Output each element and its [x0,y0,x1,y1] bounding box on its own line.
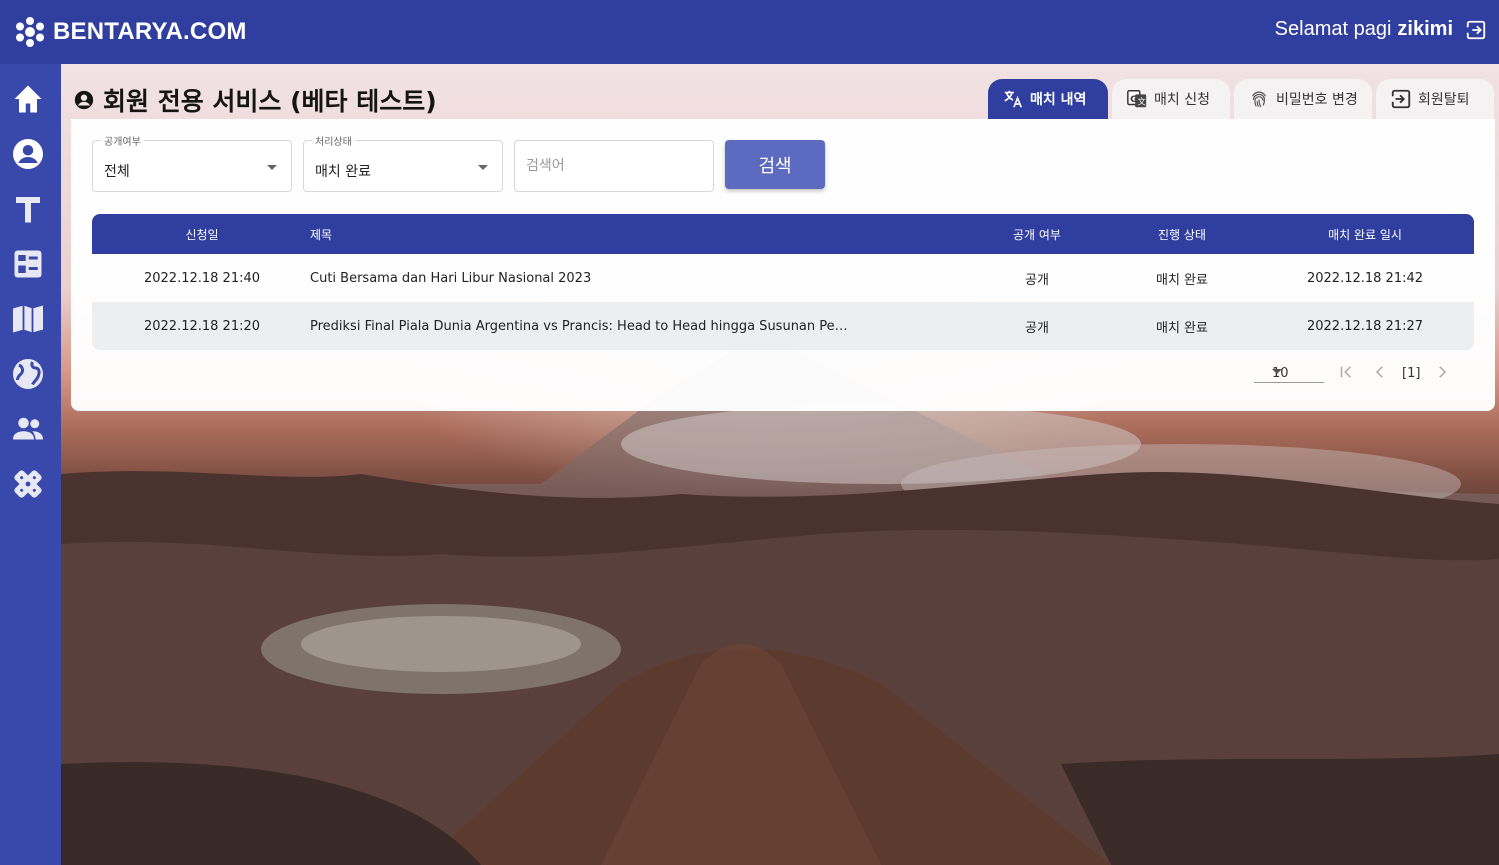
chevron-down-icon [478,165,488,170]
home-icon[interactable] [9,80,47,118]
previous-page-icon[interactable] [1371,363,1389,381]
column-header-visibility[interactable]: 공개 여부 [972,214,1102,254]
table-row[interactable]: 2022.12.18 21:20 Prediksi Final Piala Du… [92,302,1474,350]
table-header: 신청일 제목 공개 여부 진행 상태 매치 완료 일시 [92,214,1474,254]
book-icon[interactable] [9,300,47,338]
top-app-bar: BENTARYA.COM Selamat pagi zikimi [0,0,1499,64]
status-legend: 처리상태 [312,133,355,148]
people-icon[interactable] [9,410,47,448]
title-text: Prediksi Final Piala Dunia Argentina vs … [310,318,855,334]
status-value: 매치 완료 [315,164,371,180]
column-header-request-date[interactable]: 신청일 [92,214,312,254]
brand-logo[interactable]: BENTARYA.COM [14,14,247,50]
status-cell: 매치 완료 [1156,272,1208,288]
google-translate-icon: G文 [1127,90,1147,108]
puzzle-icon[interactable] [9,465,47,503]
column-header-completed-at[interactable]: 매치 완료 일시 [1292,214,1438,254]
title-cell: Cuti Bersama dan Hari Libur Nasional 202… [310,254,855,302]
tab-label: 회원탈퇴 [1418,92,1470,108]
search-input[interactable] [515,141,713,191]
visibility-cell: 공개 [1025,272,1049,288]
current-page[interactable]: [1] [1402,366,1420,381]
exit-icon [1390,89,1411,109]
visibility-select[interactable]: 공개여부 전체 [92,133,292,192]
translate-icon [1004,90,1023,108]
username: zikimi [1397,18,1453,40]
greeting-text: Selamat pagi [1274,18,1392,40]
account-icon [74,90,94,110]
search-button[interactable]: 검색 [725,140,825,189]
visibility-value: 전체 [104,164,130,180]
globe-icon[interactable] [9,355,47,393]
tab-withdraw-membership[interactable]: 회원탈퇴 [1376,79,1494,119]
visibility-cell: 공개 [1025,320,1049,336]
logo-icon [16,17,44,47]
user-greeting: Selamat pagi zikimi [1275,18,1487,41]
request-date-cell: 2022.12.18 21:20 [143,318,261,334]
page-size-select[interactable]: 10 [1254,361,1324,383]
fingerprint-icon [1252,91,1266,108]
dashboard-icon[interactable] [9,245,47,283]
tab-label: 매치 신청 [1154,92,1210,108]
search-field [514,140,714,192]
column-header-status[interactable]: 진행 상태 [1122,214,1242,254]
title-cell: Prediksi Final Piala Dunia Argentina vs … [310,302,855,350]
logout-icon[interactable] [1465,19,1487,41]
request-date-cell: 2022.12.18 21:40 [143,270,261,286]
page-title-text: 회원 전용 서비스 (베타 테스트) [103,87,437,116]
match-table: 신청일 제목 공개 여부 진행 상태 매치 완료 일시 2022.12.18 2… [92,214,1474,350]
column-header-title[interactable]: 제목 [310,214,855,254]
sidebar [0,64,61,865]
page-title: 회원 전용 서비스 (베타 테스트) [73,82,437,118]
tab-change-password[interactable]: 비밀번호 변경 [1234,79,1372,119]
brand-name: BENTARYA.COM [53,18,247,45]
completed-at-cell: 2022.12.18 21:27 [1306,318,1424,334]
chevron-down-icon [1272,369,1282,374]
text-icon[interactable] [9,190,47,228]
status-select[interactable]: 처리상태 매치 완료 [303,133,503,192]
first-page-icon[interactable] [1337,363,1355,381]
chevron-down-icon [267,165,277,170]
match-history-panel: 공개여부 전체 처리상태 매치 완료 검색 신청일 제목 공개 여부 진행 상태… [71,119,1495,411]
account-icon[interactable] [9,135,47,173]
tab-label: 비밀번호 변경 [1276,92,1358,108]
completed-at-cell: 2022.12.18 21:42 [1306,270,1424,286]
svg-text:文: 文 [1137,97,1145,107]
title-text: Cuti Bersama dan Hari Libur Nasional 202… [310,270,592,286]
tab-label: 매치 내역 [1030,92,1087,108]
next-page-icon[interactable] [1433,363,1451,381]
table-row[interactable]: 2022.12.18 21:40 Cuti Bersama dan Hari L… [92,254,1474,302]
tab-match-request[interactable]: G文 매치 신청 [1112,79,1230,119]
status-cell: 매치 완료 [1156,320,1208,336]
visibility-legend: 공개여부 [101,133,144,148]
tab-match-history[interactable]: 매치 내역 [988,79,1108,119]
